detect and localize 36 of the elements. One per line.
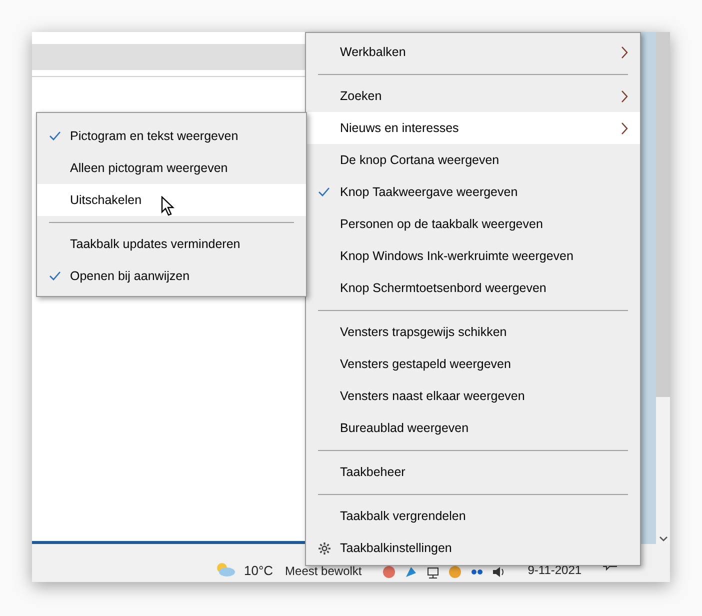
menu-item[interactable]: Werkbalken [306, 36, 640, 68]
menu-item[interactable]: Taakbalk updates verminderen [37, 228, 306, 260]
menu-item[interactable]: Uitschakelen [37, 184, 306, 216]
checkmark-icon [318, 187, 330, 197]
chevron-right-icon [621, 46, 628, 58]
menu-item[interactable]: Vensters naast elkaar weergeven [306, 380, 640, 412]
mouse-cursor-icon [161, 196, 175, 217]
menu-item[interactable]: Personen op de taakbalk weergeven [306, 208, 640, 240]
menu-item[interactable]: Knop Taakweergave weergeven [306, 176, 640, 208]
menu-item[interactable]: De knop Cortana weergeven [306, 144, 640, 176]
menu-item[interactable]: Pictogram en tekst weergeven [37, 120, 306, 152]
menu-item[interactable]: Zoeken [306, 80, 640, 112]
menu-item[interactable]: Alleen pictogram weergeven [37, 152, 306, 184]
chevron-down-icon[interactable] [658, 536, 668, 542]
temperature-text: 10°C [244, 562, 274, 580]
volume-icon[interactable] [492, 565, 506, 579]
tray-icon[interactable] [382, 565, 396, 579]
chevron-right-icon [621, 122, 628, 134]
weather-icon [214, 561, 236, 577]
scrollbar-thumb[interactable] [656, 32, 670, 397]
menu-item[interactable]: Bureaublad weergeven [306, 412, 640, 444]
menu-item[interactable]: Knop Schermtoetsenbord weergeven [306, 272, 640, 304]
menu-item[interactable]: Nieuws en interesses [306, 112, 640, 144]
settings-icon [318, 542, 331, 554]
weather-text: Meest bewolkt [285, 563, 362, 580]
menu-item[interactable]: Vensters trapsgewijs schikken [306, 316, 640, 348]
menu-item[interactable]: Knop Windows Ink-werkruimte weergeven [306, 240, 640, 272]
menu-item[interactable]: Openen bij aanwijzen [37, 260, 306, 292]
menu-item[interactable]: Taakbalkinstellingen [306, 532, 640, 564]
checkmark-icon [49, 271, 61, 281]
menu-item[interactable]: Taakbeheer [306, 456, 640, 488]
tray-icon[interactable] [448, 565, 462, 579]
menu-item[interactable]: Taakbalk vergrendelen [306, 500, 640, 532]
checkmark-icon [49, 131, 61, 141]
menu-item[interactable]: Vensters gestapeld weergeven [306, 348, 640, 380]
chevron-right-icon [621, 90, 628, 102]
